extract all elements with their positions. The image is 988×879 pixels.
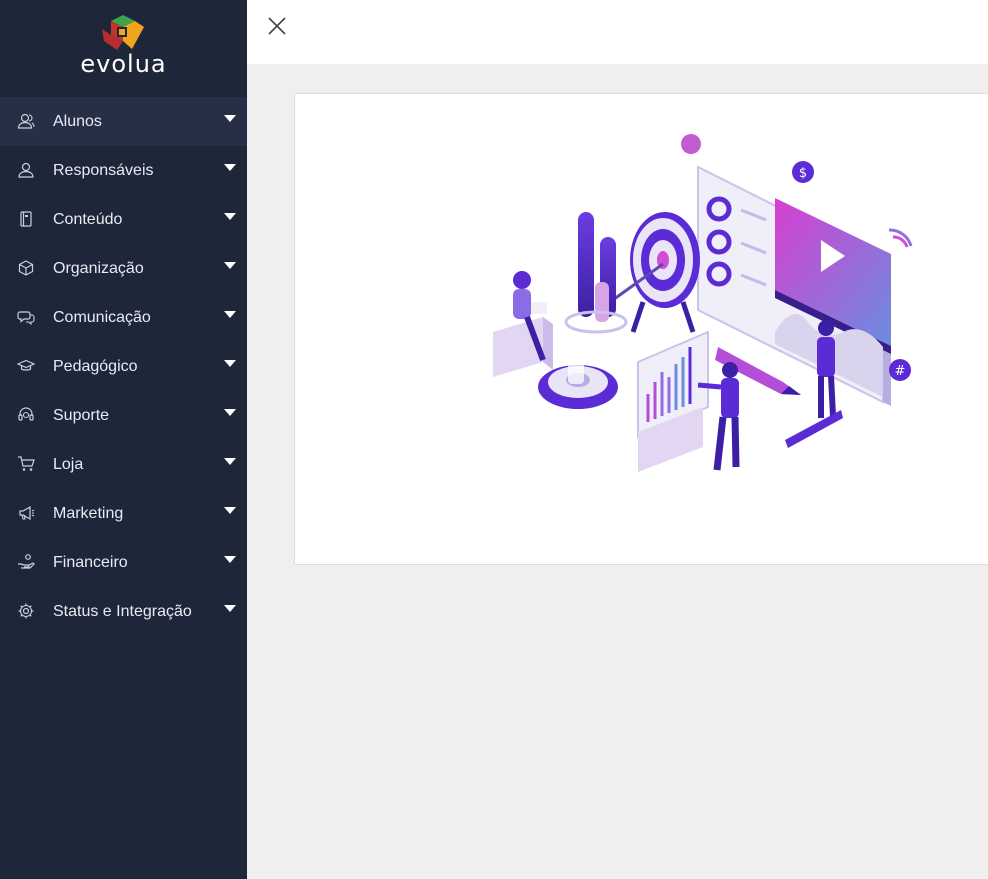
graduation-cap-icon bbox=[17, 359, 35, 371]
chevron-down-icon bbox=[224, 507, 236, 514]
sidebar: evolua Alunos Responsáveis Conteúdo Orga… bbox=[0, 0, 247, 879]
sidebar-item-loja[interactable]: Loja bbox=[0, 440, 247, 489]
sidebar-item-label: Responsáveis bbox=[53, 162, 154, 179]
sidebar-item-status-integracao[interactable]: Status e Integração bbox=[0, 587, 247, 636]
top-bar bbox=[247, 0, 988, 64]
sidebar-item-alunos[interactable]: Alunos bbox=[0, 97, 247, 146]
sidebar-item-label: Loja bbox=[53, 456, 84, 473]
brand-logo[interactable]: evolua bbox=[0, 0, 247, 97]
sidebar-item-marketing[interactable]: Marketing bbox=[0, 489, 247, 538]
sidebar-item-suporte[interactable]: Suporte bbox=[0, 391, 247, 440]
sidebar-item-label: Suporte bbox=[53, 407, 110, 424]
sidebar-item-label: Financeiro bbox=[53, 554, 128, 571]
svg-text:#: # bbox=[895, 364, 906, 379]
chevron-down-icon bbox=[224, 360, 236, 367]
hand-coin-icon bbox=[18, 554, 35, 569]
sidebar-item-responsaveis[interactable]: Responsáveis bbox=[0, 146, 247, 195]
box-icon bbox=[18, 260, 34, 276]
chevron-down-icon bbox=[224, 311, 236, 318]
chevron-down-icon bbox=[224, 213, 236, 220]
gear-icon bbox=[18, 603, 34, 619]
users-icon bbox=[17, 113, 35, 129]
chat-icon bbox=[17, 311, 35, 326]
user-icon bbox=[18, 162, 34, 178]
brand-name: evolua bbox=[80, 50, 167, 78]
svg-text:$: $ bbox=[799, 166, 807, 181]
chevron-down-icon bbox=[224, 115, 236, 122]
sidebar-item-comunicacao[interactable]: Comunicação bbox=[0, 293, 247, 342]
chevron-down-icon bbox=[224, 409, 236, 416]
cart-icon bbox=[18, 456, 35, 471]
sidebar-item-label: Status e Integração bbox=[53, 603, 192, 620]
megaphone-icon bbox=[19, 505, 35, 521]
chevron-down-icon bbox=[224, 605, 236, 612]
sidebar-item-label: Pedagógico bbox=[53, 358, 138, 375]
sidebar-item-label: Organização bbox=[53, 260, 144, 277]
sidebar-item-label: Conteúdo bbox=[53, 211, 123, 228]
sidebar-item-label: Comunicação bbox=[53, 309, 151, 326]
sidebar-item-financeiro[interactable]: Financeiro bbox=[0, 538, 247, 587]
close-icon[interactable] bbox=[267, 16, 287, 36]
book-icon bbox=[20, 211, 32, 227]
evolua-logo-icon bbox=[102, 15, 144, 50]
sidebar-item-label: Alunos bbox=[53, 113, 102, 130]
sidebar-item-label: Marketing bbox=[53, 505, 124, 522]
chevron-down-icon bbox=[224, 164, 236, 171]
sidebar-item-conteudo[interactable]: Conteúdo bbox=[0, 195, 247, 244]
sidebar-menu: Alunos Responsáveis Conteúdo Organização… bbox=[0, 97, 247, 636]
marketing-illustration: $ # bbox=[493, 134, 913, 472]
sidebar-item-organizacao[interactable]: Organização bbox=[0, 244, 247, 293]
welcome-card: $ # bbox=[294, 93, 988, 565]
chevron-down-icon bbox=[224, 458, 236, 465]
chevron-down-icon bbox=[224, 556, 236, 563]
chevron-down-icon bbox=[224, 262, 236, 269]
sidebar-item-pedagogico[interactable]: Pedagógico bbox=[0, 342, 247, 391]
headset-icon bbox=[18, 407, 34, 421]
